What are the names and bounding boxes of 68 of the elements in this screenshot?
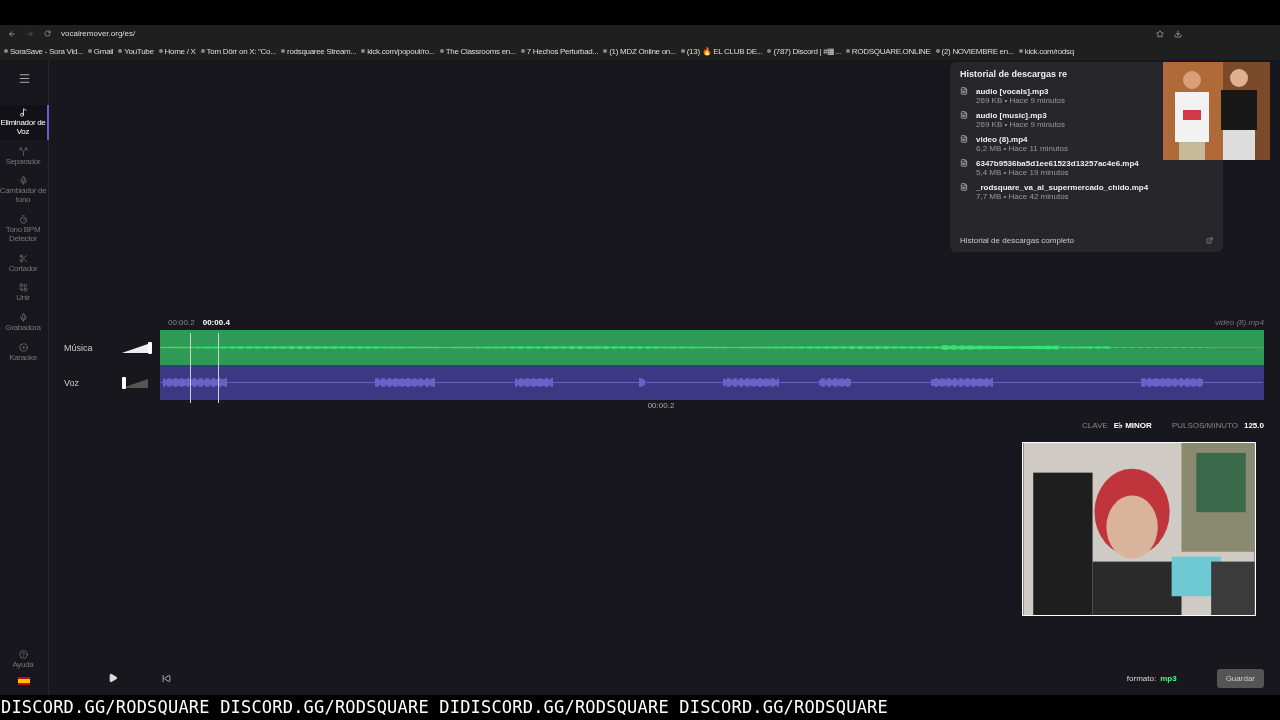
time-label: 00:00.2	[168, 317, 195, 327]
format-value[interactable]: mp3	[1160, 673, 1177, 683]
bpm-label: PULSOS/MINUTO	[1171, 421, 1238, 430]
download-meta: 6,2 MB • Hace 11 minutos	[976, 144, 1070, 153]
sidebar-item[interactable]: Separador	[0, 143, 49, 170]
file-name: video (8).mp4	[1215, 317, 1264, 327]
bookmark[interactable]: SoraSave - Sora Vid...	[4, 46, 83, 56]
tool-icon[interactable]	[18, 108, 28, 117]
slider-thumb[interactable]	[148, 341, 152, 354]
file-icon	[960, 135, 968, 143]
waveform-track[interactable]	[160, 365, 1264, 400]
history-link[interactable]: Historial de descargas completo	[960, 236, 1074, 245]
download-icon[interactable]	[1174, 29, 1182, 38]
format-label: formato:	[1126, 673, 1157, 683]
file-icon	[960, 87, 968, 95]
bookmark[interactable]: 7 Hechos Perturbad...	[520, 46, 599, 56]
download-meta: 269 KB • Hace 9 minutos	[976, 96, 1067, 105]
waveform-track[interactable]	[160, 330, 1264, 365]
bookmark[interactable]: kick.com/rodsq	[1018, 46, 1074, 56]
download-name[interactable]: audio [music].mp3	[976, 111, 1156, 120]
bookmark[interactable]: (2) NOVIEMBRE en...	[935, 46, 1014, 56]
bookmark[interactable]: RODSQUARE.ONLINE	[845, 46, 931, 56]
bookmark[interactable]: Home / X	[158, 46, 196, 56]
sidebar-item[interactable]: Grabadora	[0, 310, 49, 336]
download-name[interactable]: video (8).mp4	[976, 135, 1156, 144]
bookmark[interactable]: The Classrooms en...	[439, 46, 516, 56]
back-icon[interactable]	[8, 29, 16, 38]
bookmark[interactable]: rodsquaree Stream...	[281, 46, 357, 56]
bookmark[interactable]: YouTube	[118, 46, 154, 56]
sidebar-item[interactable]: Cambiador de tono	[0, 173, 49, 208]
download-meta: 5,4 MB • Hace 19 minutos	[976, 168, 1070, 177]
track-name: Voz	[63, 377, 80, 388]
file-icon	[960, 183, 968, 191]
downloads-title: Historial de descargas re	[960, 69, 1069, 79]
star-icon[interactable]	[1156, 29, 1164, 38]
open-icon[interactable]	[1206, 237, 1213, 244]
download-name[interactable]: _rodsquare_va_al_supermercado_chido.mp4	[976, 183, 1156, 192]
help-icon[interactable]	[18, 650, 28, 660]
reload-icon[interactable]	[44, 30, 51, 37]
key-label: CLAVE	[1082, 421, 1108, 430]
bookmark[interactable]: (1) MDZ Online on...	[603, 46, 676, 56]
download-meta: 7,7 MB • Hace 42 minutos	[976, 192, 1070, 201]
bookmark[interactable]: kick.com/popout/ro...	[361, 46, 435, 56]
help-item[interactable]: Ayuda	[0, 647, 49, 673]
menu-icon[interactable]	[17, 72, 31, 85]
sidebar-item[interactable]: Cortador	[0, 250, 49, 277]
sidebar-item[interactable]: Unir	[0, 280, 49, 307]
bookmark[interactable]: Gmail	[87, 46, 114, 56]
sidebar-item[interactable]: Eliminador de Voz	[0, 105, 49, 140]
save-button[interactable]: Guardar	[1216, 668, 1264, 688]
key-value: E♭ MINOR	[1113, 421, 1152, 430]
bookmark[interactable]: (13) 🔥 EL CLUB DE...	[680, 46, 763, 56]
time-label: 00:00.4	[202, 317, 230, 327]
sidebar-item[interactable]: Karaoke	[0, 339, 49, 366]
download-name[interactable]: 6347b9536ba5d1ee61523d13257ac4e6.mp4	[976, 159, 1156, 168]
bookmark[interactable]: (787) Discord | #▦...	[767, 46, 841, 56]
flag-icon[interactable]	[18, 677, 30, 685]
bpm-value: 125.0	[1243, 421, 1264, 430]
volume-slider[interactable]	[122, 341, 152, 354]
position-label: 00:00.2	[647, 401, 675, 410]
slider-thumb[interactable]	[122, 376, 126, 389]
track-name: Música	[63, 342, 94, 353]
file-icon	[960, 159, 968, 167]
download-meta: 269 KB • Hace 9 minutos	[976, 120, 1067, 129]
bookmark[interactable]: Tom Dörr on X: "Co...	[200, 46, 276, 56]
sidebar-item[interactable]: Tono BPM Detector	[0, 212, 49, 247]
file-icon	[960, 111, 968, 119]
download-name[interactable]: audio [vocals].mp3	[976, 87, 1156, 96]
